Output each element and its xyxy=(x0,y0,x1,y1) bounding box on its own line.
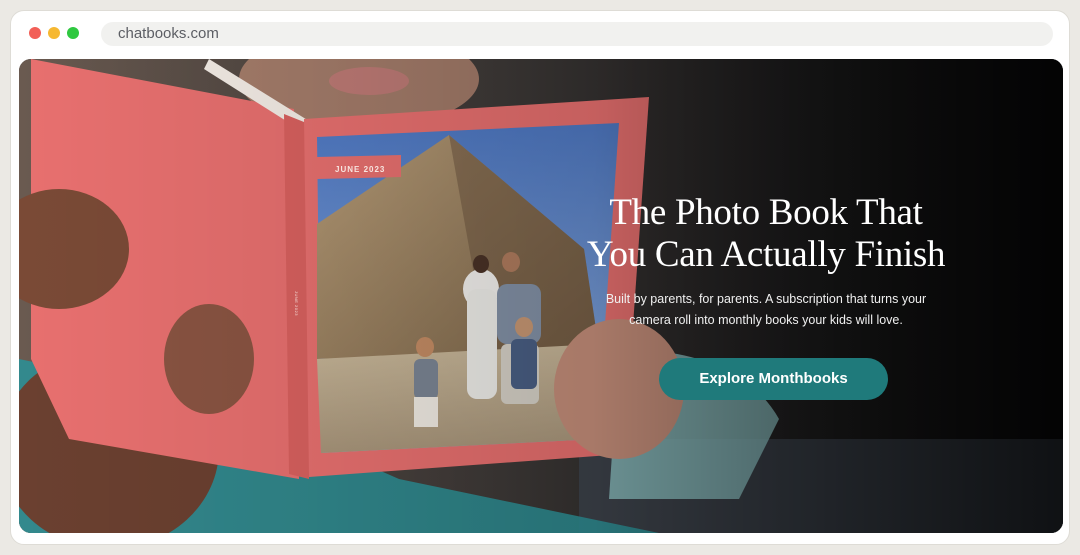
minimize-window-icon[interactable] xyxy=(48,27,60,39)
book-date-label: JUNE 2023 xyxy=(335,165,385,174)
hero-title: The Photo Book That You Can Actually Fin… xyxy=(586,192,946,275)
hero-banner: JUNE 2023 JUNE 2023 The Photo Book That … xyxy=(19,59,1063,533)
address-bar[interactable]: chatbooks.com xyxy=(101,22,1053,46)
close-window-icon[interactable] xyxy=(29,27,41,39)
hero-subtitle: Built by parents, for parents. A subscri… xyxy=(605,292,927,327)
browser-chrome: chatbooks.com xyxy=(11,11,1069,59)
book-spine-label: JUNE 2023 xyxy=(294,291,299,316)
browser-window: chatbooks.com JUNE 2023 JUNE 2023 The Ph… xyxy=(10,10,1070,545)
maximize-window-icon[interactable] xyxy=(67,27,79,39)
url-text: chatbooks.com xyxy=(118,25,219,42)
explore-monthbooks-button[interactable]: Explore Monthbooks xyxy=(659,358,888,400)
